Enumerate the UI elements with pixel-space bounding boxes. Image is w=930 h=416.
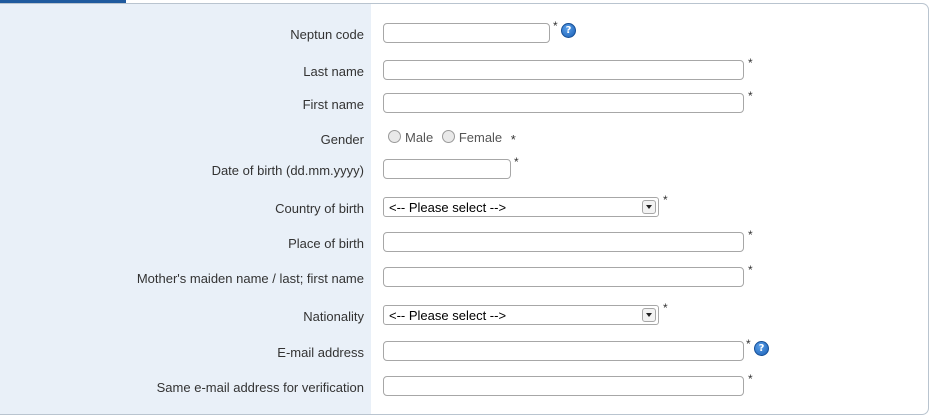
row-email-verification: Same e-mail address for verification * bbox=[0, 372, 928, 400]
gender-female-label[interactable]: Female bbox=[459, 130, 502, 145]
email-verification-label: Same e-mail address for verification bbox=[156, 380, 364, 395]
first-name-label: First name bbox=[302, 97, 364, 112]
row-nationality: Nationality <-- Please select --> * bbox=[0, 301, 928, 329]
first-name-input[interactable] bbox=[383, 93, 744, 113]
required-marker: * bbox=[748, 228, 753, 242]
nationality-select[interactable]: <-- Please select --> bbox=[383, 305, 659, 325]
required-marker: * bbox=[748, 56, 753, 70]
date-of-birth-label: Date of birth (dd.mm.yyyy) bbox=[211, 163, 364, 178]
country-of-birth-select[interactable]: <-- Please select --> bbox=[383, 197, 659, 217]
help-icon[interactable]: ? bbox=[754, 341, 769, 356]
required-marker: * bbox=[510, 132, 516, 147]
row-neptun-code: Neptun code * ? bbox=[0, 19, 928, 47]
chevron-down-icon[interactable] bbox=[642, 308, 656, 322]
country-of-birth-selected-value: <-- Please select --> bbox=[389, 200, 507, 215]
mothers-maiden-name-label: Mother's maiden name / last; first name bbox=[136, 271, 364, 286]
required-marker: * bbox=[748, 89, 753, 103]
neptun-code-input[interactable] bbox=[383, 23, 550, 43]
required-marker: * bbox=[514, 155, 519, 169]
country-of-birth-label: Country of birth bbox=[275, 201, 364, 216]
required-marker: * bbox=[746, 337, 751, 351]
row-email: E-mail address * ? bbox=[0, 337, 928, 365]
place-of-birth-input[interactable] bbox=[383, 232, 744, 252]
neptun-code-label: Neptun code bbox=[290, 27, 364, 42]
row-place-of-birth: Place of birth * bbox=[0, 228, 928, 256]
gender-radio-group: Male Female * bbox=[388, 130, 516, 147]
nationality-label: Nationality bbox=[303, 309, 364, 324]
gender-male-radio[interactable] bbox=[388, 130, 401, 143]
row-last-name: Last name * bbox=[0, 56, 928, 84]
required-marker: * bbox=[553, 19, 558, 33]
email-verification-input[interactable] bbox=[383, 376, 744, 396]
email-input[interactable] bbox=[383, 341, 744, 361]
registration-form-panel: Neptun code * ? Last name * First name *… bbox=[0, 3, 929, 415]
email-label: E-mail address bbox=[277, 345, 364, 360]
row-country-of-birth: Country of birth <-- Please select --> * bbox=[0, 193, 928, 221]
gender-female-radio[interactable] bbox=[441, 130, 455, 143]
required-marker: * bbox=[663, 193, 668, 207]
date-of-birth-input[interactable] bbox=[383, 159, 511, 179]
row-first-name: First name * bbox=[0, 89, 928, 117]
help-icon[interactable]: ? bbox=[561, 23, 576, 38]
place-of-birth-label: Place of birth bbox=[288, 236, 364, 251]
required-marker: * bbox=[748, 372, 753, 386]
row-date-of-birth: Date of birth (dd.mm.yyyy) * bbox=[0, 155, 928, 183]
mothers-maiden-name-input[interactable] bbox=[383, 267, 744, 287]
gender-male-label[interactable]: Male bbox=[405, 130, 433, 145]
chevron-down-icon[interactable] bbox=[642, 200, 656, 214]
nationality-selected-value: <-- Please select --> bbox=[389, 308, 507, 323]
required-marker: * bbox=[663, 301, 668, 315]
last-name-input[interactable] bbox=[383, 60, 744, 80]
row-gender: Gender Male Female * bbox=[0, 128, 928, 152]
gender-label: Gender bbox=[320, 132, 364, 147]
row-mothers-maiden-name: Mother's maiden name / last; first name … bbox=[0, 263, 928, 291]
last-name-label: Last name bbox=[303, 64, 364, 79]
required-marker: * bbox=[748, 263, 753, 277]
